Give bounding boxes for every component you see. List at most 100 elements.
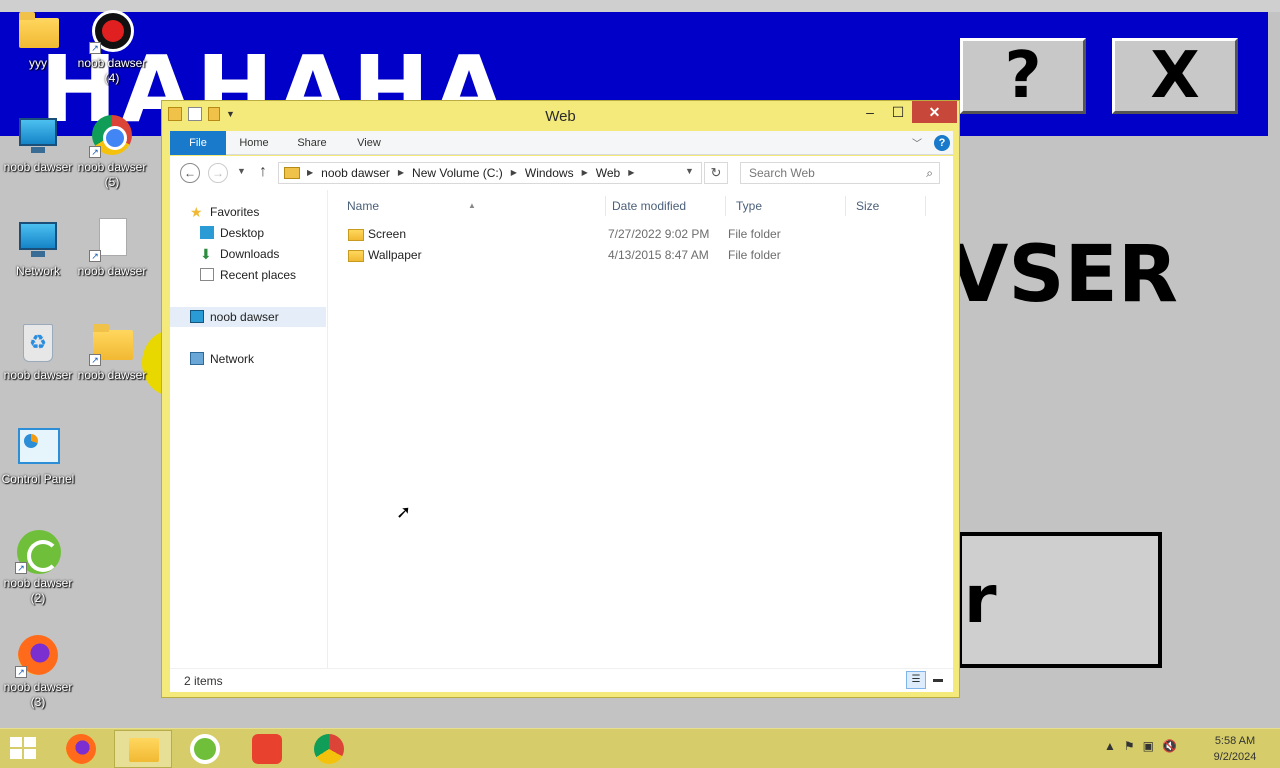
taskbar: ▲ ⚑ ▣ 🔇 5:58 AM 9/2/2024 (0, 728, 1280, 768)
tab-share[interactable]: Share (284, 131, 340, 155)
app-icon: ↗ (15, 528, 61, 574)
sidebar-item-downloads[interactable]: ⬇ Downloads (170, 244, 326, 264)
table-row[interactable]: Screen 7/27/2022 9:02 PM File folder (330, 224, 930, 245)
navigation-pane: ★ Favorites Desktop ⬇ Downloads Recent p… (170, 190, 328, 668)
address-bar[interactable]: ▶ noob dawser ▶ New Volume (C:) ▶ Window… (278, 162, 702, 184)
file-list: Name ▲ Date modified Type Size Screen 7/… (330, 190, 953, 668)
back-button[interactable]: ← (180, 163, 200, 183)
column-header-date[interactable]: Date modified (606, 196, 726, 216)
desktop-icon-control-panel[interactable]: Control Panel (0, 424, 76, 487)
computer-icon (190, 310, 204, 323)
forward-button[interactable]: → (208, 163, 228, 183)
desktop-icon-noob-dawser-2[interactable]: ↗ noob dawser (2) (0, 528, 76, 606)
desktop-icon-noob-dawser-doc[interactable]: ↗ noob dawser (74, 216, 150, 279)
taskbar-chrome[interactable] (300, 730, 358, 768)
file-explorer-icon (129, 738, 159, 762)
taskbar-file-explorer[interactable] (114, 730, 172, 768)
desktop-icon-label: yyy (29, 56, 47, 70)
tab-home[interactable]: Home (228, 131, 280, 155)
desktop-icon-noob-dawser-5[interactable]: ↗ noob dawser (5) (74, 112, 150, 190)
chevron-right-icon[interactable]: ▶ (628, 163, 634, 183)
recent-locations-icon[interactable]: ▼ (237, 166, 246, 176)
folder-icon (15, 8, 61, 54)
breadcrumb-item[interactable]: Windows (525, 163, 574, 183)
file-type: File folder (728, 227, 781, 241)
action-center-flag-icon[interactable]: ⚑ (1124, 739, 1135, 753)
chevron-right-icon[interactable]: ▶ (398, 163, 404, 183)
desktop-icon-noob-dawser-3[interactable]: ↗ noob dawser (3) (0, 632, 76, 710)
desktop-icon-label: noob dawser (3, 368, 73, 382)
desktop-icon-recycle-bin[interactable]: ♻ noob dawser (0, 320, 76, 383)
sidebar-item-network[interactable]: Network (170, 349, 326, 369)
navigation-bar: ← → ▼ ↑ ▶ noob dawser ▶ New Volume (C:) … (170, 156, 953, 190)
chevron-right-icon[interactable]: ▶ (582, 163, 588, 183)
span (24, 749, 36, 759)
window-title: Web (545, 108, 576, 125)
search-icon[interactable]: ⌕ (926, 163, 933, 183)
tab-file[interactable]: File (170, 131, 226, 155)
network-icon (15, 216, 61, 262)
network-status-icon[interactable]: ▣ (1143, 739, 1154, 753)
control-panel-icon (15, 424, 61, 470)
file-type: File folder (728, 248, 781, 262)
help-button[interactable]: ? (960, 38, 1086, 114)
expand-ribbon-icon[interactable]: ﹀ (912, 135, 922, 150)
sidebar-item-favorites[interactable]: ★ Favorites (170, 202, 326, 222)
item-count: 2 items (184, 674, 223, 688)
breadcrumb-item[interactable]: New Volume (C:) (412, 163, 503, 183)
chevron-down-icon[interactable]: ▼ (685, 166, 694, 176)
column-header-name[interactable]: Name ▲ (330, 196, 606, 216)
volume-muted-icon[interactable]: 🔇 (1162, 739, 1177, 753)
refresh-button[interactable]: ↻ (704, 162, 728, 184)
start-button[interactable] (10, 737, 38, 761)
green-app-icon (190, 734, 220, 764)
help-icon[interactable]: ? (934, 135, 950, 151)
minimize-button[interactable]: – (856, 101, 884, 123)
taskbar-green-app[interactable] (176, 730, 234, 768)
chevron-right-icon[interactable]: ▶ (307, 163, 313, 183)
large-icons-view-button[interactable]: ▬ (928, 671, 948, 689)
desktop-icon-noob-dawser-folder[interactable]: ↗ noob dawser (74, 320, 150, 383)
star-icon: ★ (190, 204, 203, 220)
tab-view[interactable]: View (342, 131, 396, 155)
maximize-button[interactable]: ☐ (884, 101, 912, 123)
background-dialog-button[interactable]: r (958, 532, 1162, 668)
sidebar-item-this-pc[interactable]: noob dawser (170, 307, 326, 327)
recycle-bin-icon: ♻ (15, 320, 61, 366)
breadcrumb-item[interactable]: noob dawser (321, 163, 390, 183)
column-header-size[interactable]: Size (846, 196, 926, 216)
breadcrumb-item[interactable]: Web (596, 163, 620, 183)
details-view-button[interactable]: ☰ (906, 671, 926, 689)
desktop-icon-label: noob dawser (4) (77, 56, 147, 85)
computer-icon (15, 112, 61, 158)
span (24, 737, 36, 747)
sidebar-item-recent-places[interactable]: Recent places (170, 265, 326, 285)
file-date: 4/13/2015 8:47 AM (608, 248, 709, 262)
span (10, 737, 22, 747)
search-input[interactable]: Search Web ⌕ (740, 162, 940, 184)
desktop-icon-label: noob dawser (77, 368, 147, 382)
background-window-text: VSER (948, 230, 1178, 320)
chevron-right-icon[interactable]: ▶ (511, 163, 517, 183)
desktop-icon-label: noob dawser (3) (3, 680, 73, 709)
chrome-icon: ↗ (89, 112, 135, 158)
clock[interactable]: 5:58 AM 9/2/2024 (1200, 733, 1270, 765)
taskbar-red-app[interactable] (238, 730, 296, 768)
sidebar-item-desktop[interactable]: Desktop (170, 223, 326, 243)
desktop-icon-network[interactable]: Network (0, 216, 76, 279)
column-header-type[interactable]: Type (726, 196, 846, 216)
table-row[interactable]: Wallpaper 4/13/2015 8:47 AM File folder (330, 245, 930, 266)
close-button[interactable]: X (1112, 38, 1238, 114)
taskbar-firefox[interactable] (52, 730, 110, 768)
desktop-icon-yyy[interactable]: yyy (0, 8, 76, 71)
up-button[interactable]: ↑ (259, 163, 267, 181)
show-hidden-icons-icon[interactable]: ▲ (1104, 739, 1116, 753)
desktop-icon (200, 226, 214, 239)
desktop-icon-this-pc[interactable]: noob dawser (0, 112, 76, 175)
file-name: Screen (368, 227, 407, 241)
title-bar[interactable]: ▼ Web – ☐ ✕ (162, 101, 959, 131)
folder-icon (348, 250, 364, 262)
sidebar-item-label: Downloads (220, 247, 280, 261)
desktop-icon-noob-dawser-4[interactable]: ↗ noob dawser (4) (74, 8, 150, 86)
close-button[interactable]: ✕ (912, 101, 957, 123)
